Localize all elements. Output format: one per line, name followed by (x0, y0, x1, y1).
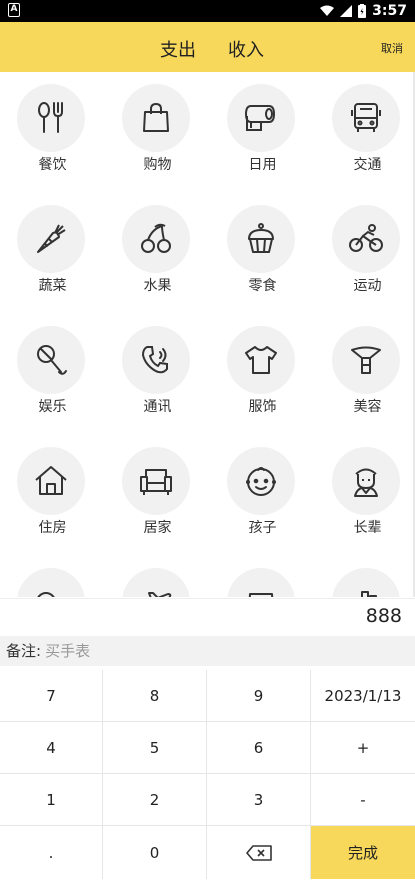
key-2[interactable]: 2 (103, 774, 207, 826)
category-transport[interactable]: 交通 (315, 72, 415, 192)
category-sports[interactable]: 运动 (315, 193, 415, 313)
category-fruit[interactable]: 水果 (105, 193, 210, 313)
notification-icon: A (8, 3, 20, 17)
header: 支出 收入 取消 (0, 22, 415, 72)
signal-icon (340, 5, 353, 17)
category-partial-2[interactable] (105, 556, 210, 597)
category-clothing[interactable]: 服饰 (210, 314, 315, 434)
key-6[interactable]: 6 (207, 722, 311, 774)
key-9[interactable]: 9 (207, 670, 311, 722)
keypad: 7 8 9 2023/1/13 4 5 6 + 1 2 3 - . 0 完成 (0, 670, 415, 885)
pants-icon (227, 568, 295, 597)
shopping-bag-icon (122, 84, 190, 152)
category-label: 服饰 (248, 399, 277, 415)
airplane-icon (122, 568, 190, 597)
battery-icon (358, 4, 367, 18)
cupcake-icon (227, 205, 295, 273)
carrot-icon (17, 205, 85, 273)
sofa-icon (122, 447, 190, 515)
baby-icon (227, 447, 295, 515)
done-button[interactable]: 完成 (311, 826, 415, 879)
bottle-icon (332, 568, 400, 597)
cyclist-icon (332, 205, 400, 273)
key-7[interactable]: 7 (0, 670, 103, 722)
cancel-button[interactable]: 取消 (381, 40, 403, 56)
category-label: 交通 (353, 157, 382, 173)
category-vegetables[interactable]: 蔬菜 (0, 193, 105, 313)
date-button[interactable]: 2023/1/13 (311, 670, 415, 722)
category-label: 长辈 (353, 520, 382, 536)
house-icon (17, 447, 85, 515)
note-label: 备注: (6, 642, 42, 660)
status-bar: A 3:57 (0, 0, 415, 22)
category-partial-4[interactable] (315, 556, 415, 597)
category-label: 美容 (353, 399, 382, 415)
category-home[interactable]: 居家 (105, 435, 210, 555)
category-partial-3[interactable] (210, 556, 315, 597)
category-label: 居家 (143, 520, 172, 536)
category-label: 运动 (353, 278, 382, 294)
category-label: 水果 (143, 278, 172, 294)
category-dining[interactable]: 餐饮 (0, 72, 105, 192)
key-1[interactable]: 1 (0, 774, 103, 826)
category-shopping[interactable]: 购物 (105, 72, 210, 192)
clock: 3:57 (372, 3, 407, 19)
category-communication[interactable]: 通讯 (105, 314, 210, 434)
category-partial-1[interactable] (0, 556, 105, 597)
toilet-paper-icon (227, 84, 295, 152)
backspace-button[interactable] (207, 826, 311, 879)
bus-icon (332, 84, 400, 152)
category-label: 蔬菜 (38, 278, 67, 294)
note-field[interactable]: 备注: 买手表 (0, 636, 415, 666)
amount-value: 888 (365, 605, 402, 627)
key-plus[interactable]: + (311, 722, 415, 774)
key-4[interactable]: 4 (0, 722, 103, 774)
tshirt-icon (227, 326, 295, 394)
category-label: 日用 (248, 157, 277, 173)
category-children[interactable]: 孩子 (210, 435, 315, 555)
category-label: 购物 (143, 157, 172, 173)
backspace-icon (245, 844, 272, 861)
key-dot[interactable]: . (0, 826, 103, 879)
key-minus[interactable]: - (311, 774, 415, 826)
microphone-icon (17, 326, 85, 394)
category-daily[interactable]: 日用 (210, 72, 315, 192)
category-entertainment[interactable]: 娱乐 (0, 314, 105, 434)
category-label: 通讯 (143, 399, 172, 415)
key-3[interactable]: 3 (207, 774, 311, 826)
amount-display: 888 (0, 598, 415, 636)
category-beauty[interactable]: 美容 (315, 314, 415, 434)
category-label: 餐饮 (38, 157, 67, 173)
category-label: 零食 (248, 278, 277, 294)
status-icons: 3:57 (320, 2, 407, 20)
elder-icon (332, 447, 400, 515)
key-8[interactable]: 8 (103, 670, 207, 722)
lipstick-icon (332, 326, 400, 394)
category-elders[interactable]: 长辈 (315, 435, 415, 555)
cherry-icon (122, 205, 190, 273)
category-label: 住房 (38, 520, 67, 536)
key-0[interactable]: 0 (103, 826, 207, 879)
category-label: 娱乐 (38, 399, 67, 415)
utensils-icon (17, 84, 85, 152)
key-5[interactable]: 5 (103, 722, 207, 774)
category-label: 孩子 (248, 520, 277, 536)
tab-expense[interactable]: 支出 (160, 36, 196, 62)
partial-category-icon (17, 568, 85, 597)
category-housing[interactable]: 住房 (0, 435, 105, 555)
phone-icon (122, 326, 190, 394)
category-grid: 餐饮 购物 日用 交通 蔬菜 水果 零食 运动 娱乐 通讯 服饰 美容 住房 居… (0, 72, 415, 597)
tab-income[interactable]: 收入 (228, 36, 264, 62)
category-snacks[interactable]: 零食 (210, 193, 315, 313)
wifi-icon (320, 5, 335, 16)
note-input[interactable]: 买手表 (45, 642, 90, 660)
